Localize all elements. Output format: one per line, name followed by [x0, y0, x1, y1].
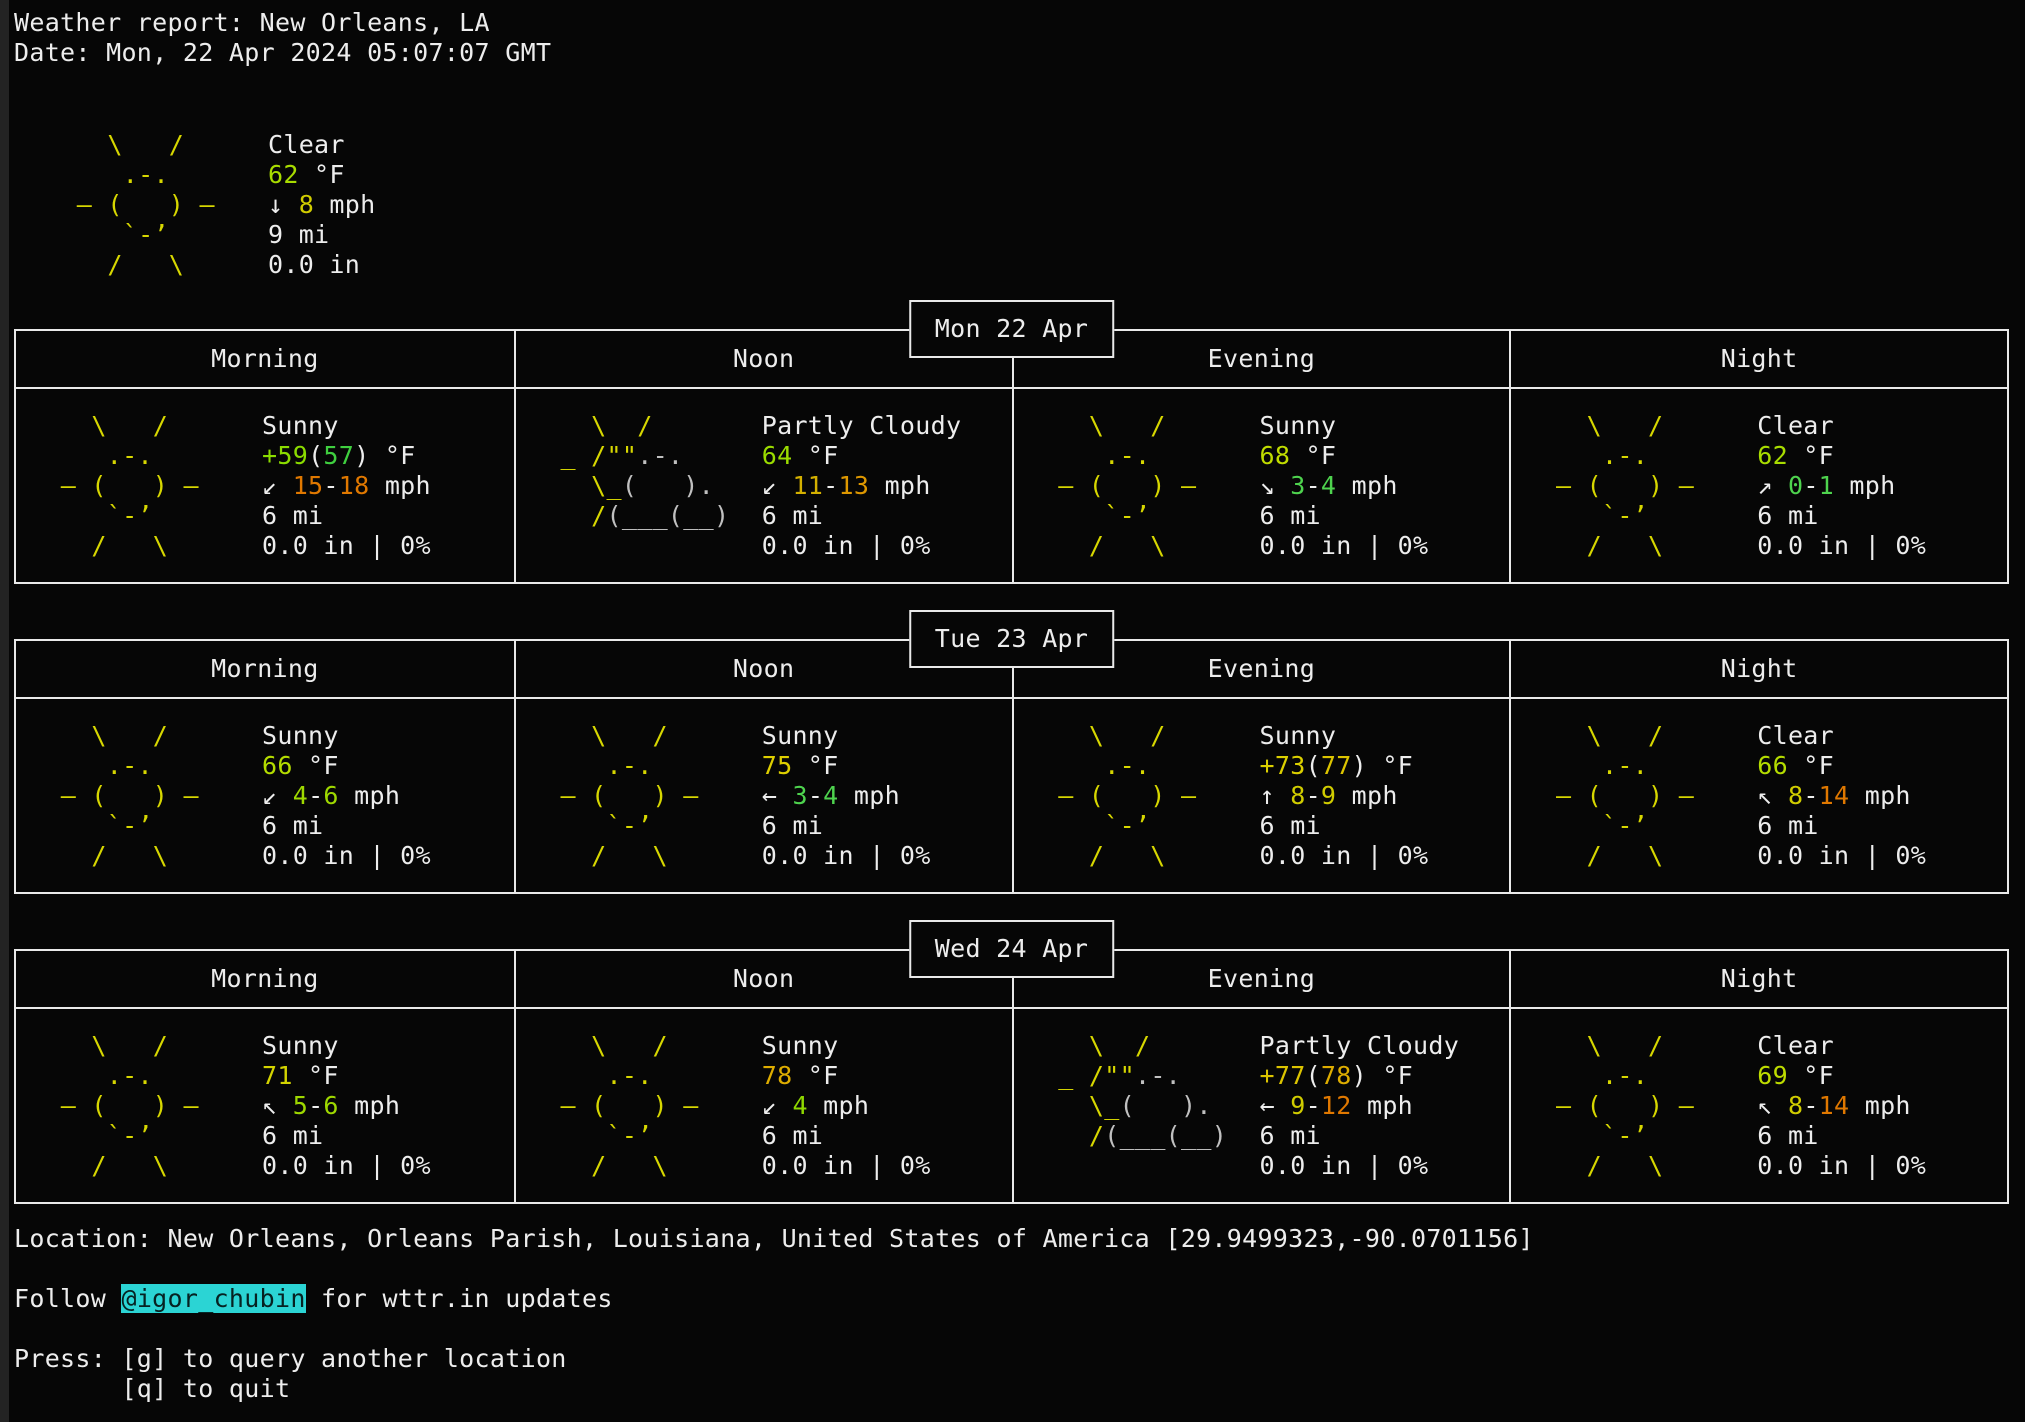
follow-line: Follow @igor_chubin for wttr.in updates — [14, 1284, 2009, 1314]
forecast-cell: \ / .-. ― ( ) ― `-’ / \Clear69 °F↖ 8-14 … — [1509, 1009, 2007, 1202]
twitter-handle[interactable]: @igor_chubin — [121, 1284, 305, 1313]
follow-suffix: for wttr.in updates — [306, 1284, 613, 1313]
weather-art-partly-cloudy-icon: \ / _ /"".-. \_( ). /(___(__) — [530, 411, 762, 561]
forecast-cell-details: Clear66 °F↖ 8-14 mph6 mi0.0 in | 0% — [1757, 721, 1926, 871]
press-instructions: Press: [g] to query another location [q]… — [14, 1344, 2009, 1404]
weather-art-sunny-icon: \ / .-. ― ( ) ― `-’ / \ — [1028, 411, 1260, 561]
press-quit-line: [q] to quit — [14, 1374, 2009, 1404]
forecast-day: Mon 22 AprMorningNoonEveningNight \ / .-… — [14, 329, 2009, 584]
weather-art-sunny-icon: \ / .-. ― ( ) ― `-’ / \ — [1525, 1031, 1757, 1181]
period-header-morning: Morning — [16, 641, 514, 697]
weather-art-sunny-icon: \ / .-. ― ( ) ― `-’ / \ — [1525, 721, 1757, 871]
location-line: Location: New Orleans, Orleans Parish, L… — [14, 1224, 2009, 1254]
date-box: Wed 24 Apr — [909, 920, 1115, 978]
forecast-cell: \ / .-. ― ( ) ― `-’ / \Sunny78 °F↙ 4 mph… — [514, 1009, 1012, 1202]
current-conditions-details: Clear62 °F↓ 8 mph9 mi0.0 in — [268, 130, 375, 280]
period-header-night: Night — [1509, 641, 2007, 697]
forecast-cell-details: Sunny+59(57) °F↙ 15-18 mph6 mi0.0 in | 0… — [262, 411, 431, 561]
forecast-cell-details: Sunny71 °F↖ 5-6 mph6 mi0.0 in | 0% — [262, 1031, 431, 1181]
weather-art-sunny-icon: \ / .-. ― ( ) ― `-’ / \ — [30, 721, 262, 871]
press-query-line: Press: [g] to query another location — [14, 1344, 2009, 1374]
weather-art-sunny-icon: \ / .-. ― ( ) ― `-’ / \ — [30, 411, 262, 561]
forecast-cell: \ / _ /"".-. \_( ). /(___(__)Partly Clou… — [514, 389, 1012, 582]
terminal-screen[interactable]: Weather report: New Orleans, LA Date: Mo… — [0, 0, 2025, 1404]
weather-art-sunny-icon: \ / .-. ― ( ) ― `-’ / \ — [530, 721, 762, 871]
forecast-table: MorningNoonEveningNight \ / .-. ― ( ) ― … — [14, 639, 2009, 894]
forecast-cell: \ / .-. ― ( ) ― `-’ / \Sunny75 °F← 3-4 m… — [514, 699, 1012, 892]
weather-art-sunny-icon: \ / .-. ― ( ) ― `-’ / \ — [46, 130, 268, 280]
period-header-night: Night — [1509, 951, 2007, 1007]
forecast-cell: \ / .-. ― ( ) ― `-’ / \Clear66 °F↖ 8-14 … — [1509, 699, 2007, 892]
forecast-cell-details: Partly Cloudy+77(78) °F← 9-12 mph6 mi0.0… — [1260, 1031, 1460, 1181]
report-date: Date: Mon, 22 Apr 2024 05:07:07 GMT — [14, 38, 2009, 68]
current-conditions: \ / .-. ― ( ) ― `-’ / \ Clear62 °F↓ 8 mp… — [14, 130, 2009, 280]
forecast-cell-details: Partly Cloudy64 °F↙ 11-13 mph6 mi0.0 in … — [762, 411, 962, 561]
forecast-day: Wed 24 AprMorningNoonEveningNight \ / .-… — [14, 949, 2009, 1204]
weather-art-partly-cloudy-icon: \ / _ /"".-. \_( ). /(___(__) — [1028, 1031, 1260, 1181]
forecast-cell: \ / _ /"".-. \_( ). /(___(__)Partly Clou… — [1012, 1009, 1510, 1202]
forecast-days: Mon 22 AprMorningNoonEveningNight \ / .-… — [14, 329, 2009, 1204]
forecast-cell: \ / .-. ― ( ) ― `-’ / \Sunny71 °F↖ 5-6 m… — [16, 1009, 514, 1202]
forecast-cell-details: Sunny68 °F↘ 3-4 mph6 mi0.0 in | 0% — [1260, 411, 1429, 561]
date-box: Tue 23 Apr — [909, 610, 1115, 668]
forecast-cell-details: Sunny78 °F↙ 4 mph6 mi0.0 in | 0% — [762, 1031, 931, 1181]
forecast-cell: \ / .-. ― ( ) ― `-’ / \Sunny66 °F↙ 4-6 m… — [16, 699, 514, 892]
forecast-cell: \ / .-. ― ( ) ― `-’ / \Sunny+73(77) °F↑ … — [1012, 699, 1510, 892]
forecast-cell-details: Clear69 °F↖ 8-14 mph6 mi0.0 in | 0% — [1757, 1031, 1926, 1181]
forecast-table: MorningNoonEveningNight \ / .-. ― ( ) ― … — [14, 949, 2009, 1204]
forecast-cell: \ / .-. ― ( ) ― `-’ / \Sunny68 °F↘ 3-4 m… — [1012, 389, 1510, 582]
follow-prefix: Follow — [14, 1284, 121, 1313]
forecast-cell-details: Clear62 °F↗ 0-1 mph6 mi0.0 in | 0% — [1757, 411, 1926, 561]
date-box: Mon 22 Apr — [909, 300, 1115, 358]
current-details-lines: Clear62 °F↓ 8 mph9 mi0.0 in — [268, 130, 375, 280]
weather-art-sunny-icon: \ / .-. ― ( ) ― `-’ / \ — [1028, 721, 1260, 871]
forecast-cell-details: Sunny75 °F← 3-4 mph6 mi0.0 in | 0% — [762, 721, 931, 871]
weather-art-sunny-icon: \ / .-. ― ( ) ― `-’ / \ — [30, 1031, 262, 1181]
period-header-morning: Morning — [16, 951, 514, 1007]
forecast-cell-details: Sunny66 °F↙ 4-6 mph6 mi0.0 in | 0% — [262, 721, 431, 871]
period-header-morning: Morning — [16, 331, 514, 387]
period-header-night: Night — [1509, 331, 2007, 387]
forecast-table: MorningNoonEveningNight \ / .-. ― ( ) ― … — [14, 329, 2009, 584]
weather-art-sunny-icon: \ / .-. ― ( ) ― `-’ / \ — [1525, 411, 1757, 561]
forecast-cell: \ / .-. ― ( ) ― `-’ / \Sunny+59(57) °F↙ … — [16, 389, 514, 582]
weather-art-sunny-icon: \ / .-. ― ( ) ― `-’ / \ — [530, 1031, 762, 1181]
forecast-day: Tue 23 AprMorningNoonEveningNight \ / .-… — [14, 639, 2009, 894]
forecast-cell: \ / .-. ― ( ) ― `-’ / \Clear62 °F↗ 0-1 m… — [1509, 389, 2007, 582]
report-title: Weather report: New Orleans, LA — [14, 8, 2009, 38]
forecast-cell-details: Sunny+73(77) °F↑ 8-9 mph6 mi0.0 in | 0% — [1260, 721, 1429, 871]
